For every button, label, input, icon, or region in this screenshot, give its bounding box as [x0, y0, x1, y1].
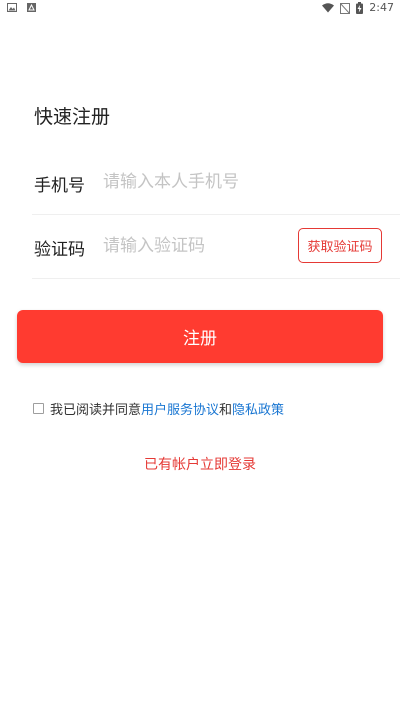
phone-input[interactable]	[103, 167, 283, 197]
wifi-icon	[322, 3, 335, 13]
status-time: 2:47	[369, 1, 394, 14]
code-divider	[32, 278, 400, 279]
agreement-checkbox[interactable]	[33, 403, 44, 414]
agreement: 我已阅读并同意 用户服务协议 和 隐私政策	[33, 399, 284, 418]
register-button[interactable]: 注册	[17, 310, 383, 363]
get-code-button[interactable]: 获取验证码	[298, 228, 382, 263]
page-title: 快速注册	[34, 106, 111, 128]
phone-label: 手机号	[34, 176, 85, 196]
battery-charging-icon	[356, 2, 364, 14]
code-label: 验证码	[34, 240, 85, 260]
agreement-prefix: 我已阅读并同意	[50, 403, 142, 418]
code-input[interactable]	[103, 231, 283, 261]
agreement-conjunction: 和	[219, 403, 233, 418]
terms-link[interactable]: 用户服务协议	[141, 399, 219, 418]
status-left-icons	[7, 3, 36, 12]
code-row: 验证码 获取验证码	[32, 215, 400, 279]
image-notification-icon	[7, 3, 17, 12]
status-right-icons: 2:47	[322, 1, 394, 15]
no-signal-icon	[340, 2, 351, 14]
login-link[interactable]: 已有帐户立即登录	[144, 457, 256, 473]
app-notification-icon	[27, 3, 36, 12]
phone-row: 手机号	[32, 151, 400, 215]
privacy-link[interactable]: 隐私政策	[232, 399, 284, 418]
login-link-container: 已有帐户立即登录	[0, 454, 400, 474]
status-bar: 2:47	[0, 0, 400, 16]
